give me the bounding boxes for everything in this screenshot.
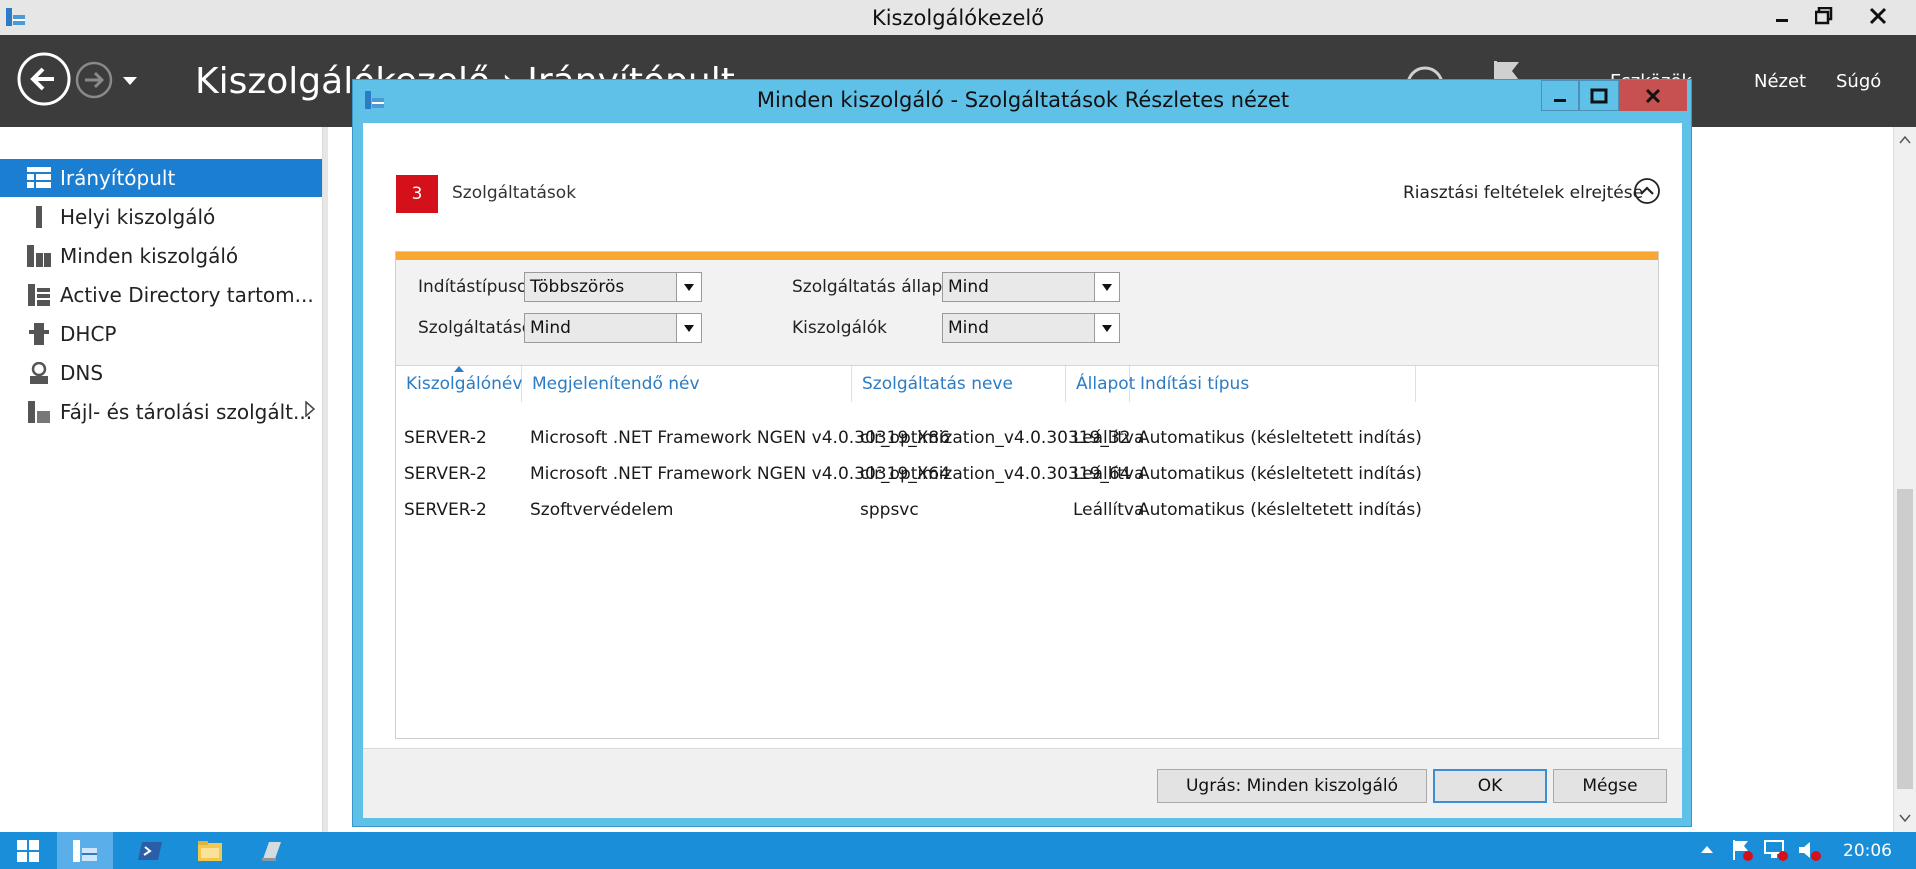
minimize-icon <box>1554 98 1566 102</box>
volume-muted-icon[interactable] <box>1797 838 1823 862</box>
sidebar-item-dhcp[interactable]: DHCP <box>0 315 322 353</box>
taskbar-file-explorer[interactable] <box>186 832 234 869</box>
forward-arrow-icon[interactable] <box>74 60 114 100</box>
menu-help[interactable]: Súgó <box>1836 71 1881 92</box>
all-servers-icon <box>26 244 52 268</box>
sidebar-item-file-storage[interactable]: Fájl- és tárolási szolgált... <box>0 393 322 431</box>
alert-criteria-filters: Indítástípusok Többszörös Szolgáltatások… <box>396 260 1658 366</box>
tool-icon <box>262 841 281 861</box>
taskbar-server-manager[interactable] <box>57 832 113 869</box>
chevron-down-icon <box>676 273 701 301</box>
chevron-down-icon <box>1094 314 1119 342</box>
local-server-icon <box>26 205 52 229</box>
column-header-status[interactable]: Állapot <box>1066 366 1135 402</box>
sidebar-item-all-servers[interactable]: Minden kiszolgáló <box>0 237 322 275</box>
taskbar-powershell[interactable] <box>126 832 174 869</box>
file-storage-icon <box>26 400 52 424</box>
table-row[interactable]: SERVER-2 Szoftvervédelem sppsvc Leállítv… <box>396 492 1658 528</box>
column-header-startup-type[interactable]: Indítási típus <box>1130 366 1416 402</box>
history-dropdown-icon[interactable] <box>122 75 138 87</box>
chevron-down-icon <box>1094 273 1119 301</box>
windows-logo-icon <box>17 839 39 862</box>
section-title: Szolgáltatások <box>452 183 577 203</box>
taskbar: 20:06 <box>0 832 1916 869</box>
startup-types-label: Indítástípusok <box>418 277 538 297</box>
main-scrollbar[interactable] <box>1893 127 1916 832</box>
active-directory-icon <box>26 283 52 307</box>
table-row[interactable]: SERVER-2 Microsoft .NET Framework NGEN v… <box>396 456 1658 492</box>
dialog-title: Minden kiszolgáló - Szolgáltatások Részl… <box>756 88 1290 112</box>
chevron-down-icon <box>676 314 701 342</box>
taskbar-clock[interactable]: 20:06 <box>1843 841 1892 861</box>
dashboard-icon <box>26 166 52 190</box>
column-header-service-name[interactable]: Szolgáltatás neve <box>852 366 1066 402</box>
sidebar-item-dns[interactable]: DNS <box>0 354 322 392</box>
scrollbar-thumb[interactable] <box>1897 489 1913 789</box>
minimize-icon <box>1776 19 1788 22</box>
dialog-footer: Ugrás: Minden kiszolgáló OK Mégse <box>363 748 1682 818</box>
collapse-chevron-icon[interactable] <box>1633 177 1661 205</box>
column-header-server-name[interactable]: Kiszolgálónév <box>396 366 522 402</box>
back-arrow-icon[interactable] <box>16 51 72 107</box>
sidebar-item-dashboard[interactable]: Irányítópult <box>0 159 322 197</box>
sidebar-item-local-server[interactable]: Helyi kiszolgáló <box>0 198 322 236</box>
table-row[interactable]: SERVER-2 Microsoft .NET Framework NGEN v… <box>396 420 1658 456</box>
cancel-button[interactable]: Mégse <box>1553 769 1667 803</box>
goto-all-servers-button[interactable]: Ugrás: Minden kiszolgáló <box>1157 769 1427 803</box>
dns-icon <box>26 361 52 385</box>
close-icon <box>1869 7 1887 25</box>
dialog-close-button[interactable] <box>1619 80 1687 111</box>
dialog-body: 3 Szolgáltatások Riasztási feltételek el… <box>363 123 1682 748</box>
folder-icon <box>198 840 222 861</box>
sidebar-splitter[interactable] <box>323 127 328 832</box>
navigation-sidebar: Irányítópult Helyi kiszolgáló Minden kis… <box>0 127 328 832</box>
powershell-icon <box>138 841 162 860</box>
table-header: Kiszolgálónév Megjelenítendő név Szolgál… <box>396 366 1658 402</box>
services-detail-dialog: Minden kiszolgáló - Szolgáltatások Részl… <box>352 79 1692 827</box>
services-panel: Indítástípusok Többszörös Szolgáltatások… <box>395 251 1659 739</box>
startup-types-select[interactable]: Többszörös <box>524 272 702 302</box>
app-minimize-button[interactable] <box>1762 0 1802 32</box>
app-title-bar: Kiszolgálókezelő <box>0 0 1916 36</box>
show-hidden-icons[interactable] <box>1700 844 1714 854</box>
taskbar-tool[interactable] <box>248 832 296 869</box>
server-manager-icon <box>73 839 97 862</box>
scroll-down-icon[interactable] <box>1899 813 1911 823</box>
dialog-maximize-button[interactable] <box>1579 80 1619 111</box>
app-restore-button[interactable] <box>1804 0 1844 32</box>
app-close-button[interactable] <box>1854 0 1902 32</box>
hide-alert-criteria-link[interactable]: Riasztási feltételek elrejtése <box>1403 183 1643 203</box>
dialog-minimize-button[interactable] <box>1541 80 1579 111</box>
dhcp-icon <box>26 322 52 346</box>
services-select[interactable]: Mind <box>524 313 702 343</box>
app-title: Kiszolgálókezelő <box>871 6 1045 30</box>
ok-button[interactable]: OK <box>1433 769 1547 803</box>
servers-label: Kiszolgálók <box>792 318 887 338</box>
menu-view[interactable]: Nézet <box>1754 71 1806 92</box>
close-icon <box>1645 88 1661 103</box>
alert-count-badge: 3 <box>396 175 438 213</box>
servers-select[interactable]: Mind <box>942 313 1120 343</box>
sidebar-item-active-directory[interactable]: Active Directory tartom... <box>0 276 322 314</box>
network-icon[interactable] <box>1763 838 1789 862</box>
expand-arrow-icon[interactable] <box>304 401 316 417</box>
scroll-up-icon[interactable] <box>1899 135 1911 145</box>
restore-icon <box>1815 7 1833 25</box>
maximize-icon <box>1590 88 1608 103</box>
start-button[interactable] <box>4 832 52 869</box>
service-status-select[interactable]: Mind <box>942 272 1120 302</box>
action-center-icon[interactable] <box>1730 838 1754 862</box>
column-header-display-name[interactable]: Megjelenítendő név <box>522 366 852 402</box>
alert-status-bar <box>396 252 1658 260</box>
